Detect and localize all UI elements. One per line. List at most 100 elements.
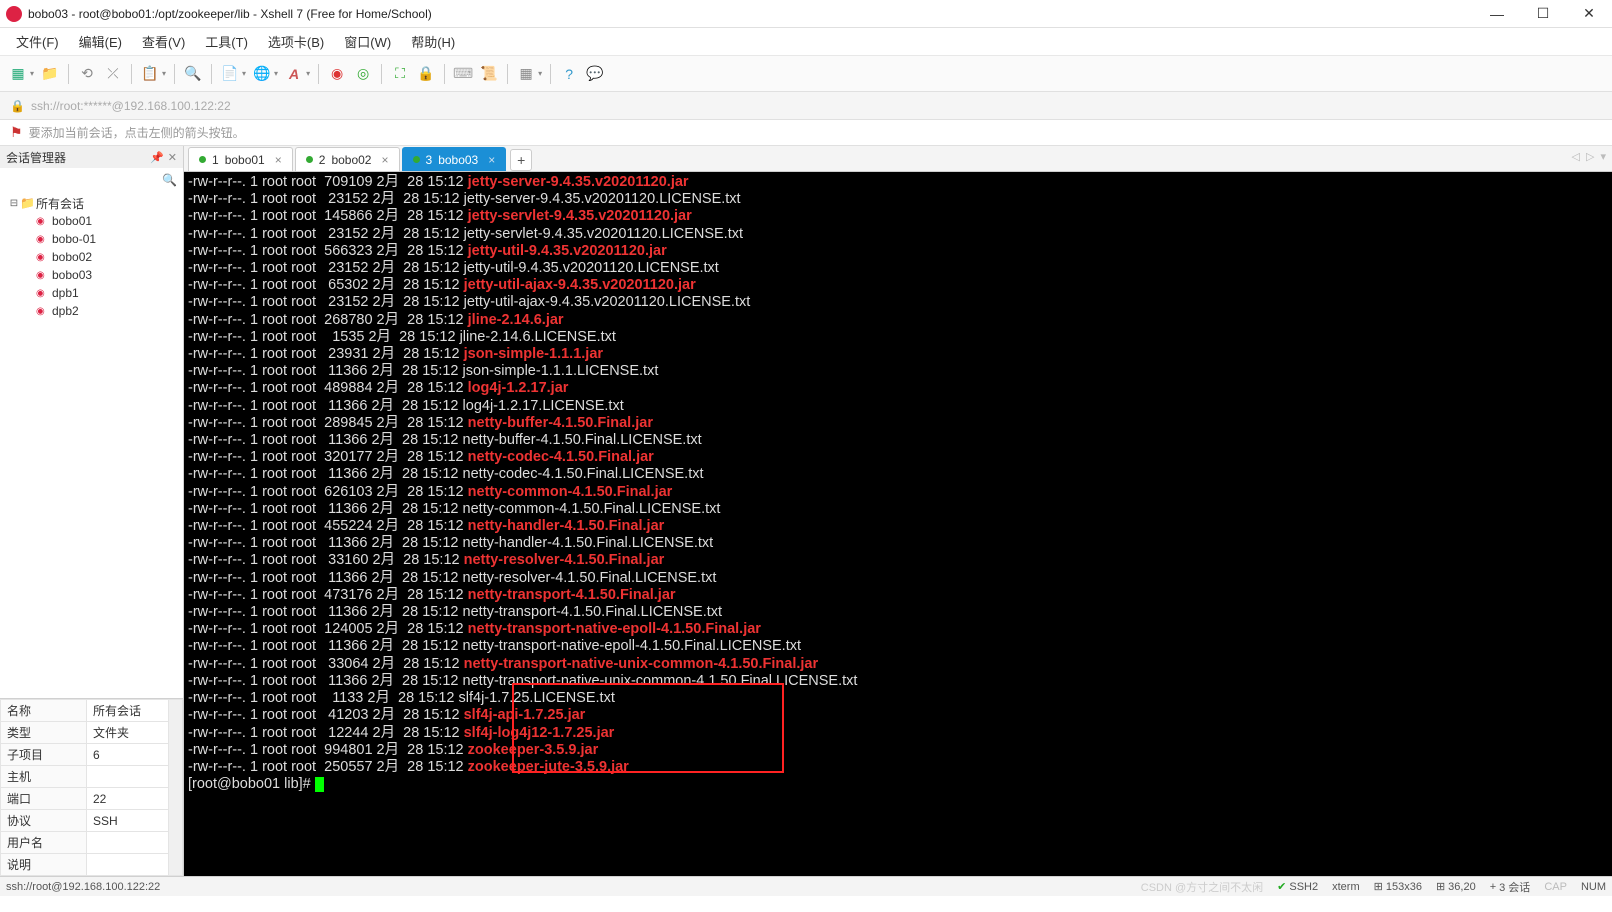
menu-item[interactable]: 编辑(E) [71,28,130,55]
prop-value: SSH [87,810,169,832]
script-button[interactable]: 📜 [479,64,499,84]
session-label: bobo01 [52,214,92,228]
copy-button[interactable]: 📄 [220,64,240,84]
menu-item[interactable]: 帮助(H) [403,28,463,55]
prop-value: 22 [87,788,169,810]
tab-label: bobo02 [331,153,371,167]
sidebar-title: 会话管理器 [6,149,66,166]
sidebar-close-icon[interactable]: ✕ [168,151,177,164]
status-item: ⊞ 153x36 [1374,880,1422,893]
xftp-button[interactable]: ◉ [327,64,347,84]
pin-icon[interactable]: 📌 [150,151,164,164]
menu-item[interactable]: 选项卡(B) [260,28,332,55]
status-item: xterm [1332,881,1360,893]
session-icon: ◉ [36,288,50,299]
props-scrollbar[interactable] [169,700,183,876]
tab-prev-icon[interactable]: ◁ [1572,150,1580,163]
keyboard-button[interactable]: ⌨ [453,64,473,84]
status-left: ssh://root@192.168.100.122:22 [6,881,160,893]
status-item: CAP [1544,881,1567,893]
session-label: dpb1 [52,286,79,300]
menu-item[interactable]: 文件(F) [8,28,67,55]
status-item: ✔ SSH2 [1277,880,1318,893]
prop-value [87,854,169,876]
session-item[interactable]: ◉bobo01 [4,212,179,230]
lock-icon: 🔒 [10,99,25,113]
session-tab[interactable]: 3 bobo03× [402,147,507,171]
terminal-output[interactable]: -rw-r--r--. 1 root root 709109 2月 28 15:… [184,172,1612,876]
folder-icon: 📁 [20,196,34,210]
session-icon: ◉ [36,270,50,281]
watermark: CSDN @方寸之间不太闲 [1141,879,1263,895]
menu-item[interactable]: 工具(T) [197,28,256,55]
tab-menu-icon[interactable]: ▾ [1600,150,1606,163]
address-text: ssh://root:******@192.168.100.122:22 [31,99,231,113]
menu-item[interactable]: 窗口(W) [336,28,399,55]
reconnect-button[interactable]: ⟲ [77,64,97,84]
properties-button[interactable]: 📋 [140,64,160,84]
tab-number: 3 [426,153,433,167]
window-titlebar: bobo03 - root@bobo01:/opt/zookeeper/lib … [0,0,1612,28]
tab-next-icon[interactable]: ▷ [1586,150,1594,163]
expand-icon[interactable]: ⊟ [8,198,20,209]
session-item[interactable]: ◉dpb1 [4,284,179,302]
chat-button[interactable]: 💬 [585,64,605,84]
tab-close-icon[interactable]: × [381,153,388,167]
status-item: + 3 会话 [1490,879,1531,895]
xagent-button[interactable]: ◎ [353,64,373,84]
open-button[interactable]: 📁 [40,64,60,84]
plus-icon: + [1490,881,1496,893]
session-label: dpb2 [52,304,79,318]
tab-close-icon[interactable]: × [488,153,495,167]
tree-root-label: 所有会话 [36,195,84,212]
window-title: bobo03 - root@bobo01:/opt/zookeeper/lib … [28,7,1474,21]
session-item[interactable]: ◉bobo03 [4,266,179,284]
minimize-button[interactable]: — [1474,0,1520,28]
tab-number: 2 [319,153,326,167]
font-button[interactable]: A [284,64,304,84]
prop-key: 主机 [1,766,87,788]
menu-item[interactable]: 查看(V) [134,28,193,55]
search-icon[interactable]: 🔍 [162,173,177,187]
properties-panel: 名称所有会话类型文件夹子项目6主机端口22协议SSH用户名说明 [0,698,183,876]
toolbar: ▦▾ 📁 ⟲ ⤫ 📋▾ 🔍 📄▾ 🌐▾ A▾ ◉ ◎ ⛶ 🔒 ⌨ 📜 ▦▾ ? … [0,56,1612,92]
session-tab[interactable]: 2 bobo02 × [295,147,400,171]
prop-value: 文件夹 [87,722,169,744]
new-session-button[interactable]: ▦ [8,64,28,84]
help-button[interactable]: ? [559,64,579,84]
maximize-button[interactable]: ☐ [1520,0,1566,28]
session-tab[interactable]: 1 bobo01× [188,147,293,171]
session-item[interactable]: ◉bobo02 [4,248,179,266]
tree-root[interactable]: ⊟ 📁 所有会话 [4,194,179,212]
session-item[interactable]: ◉dpb2 [4,302,179,320]
prop-value: 所有会话 [87,700,169,722]
hint-bar: ⚑ 要添加当前会话，点击左侧的箭头按钮。 [0,120,1612,146]
tab-close-icon[interactable]: × [275,153,282,167]
fullscreen-button[interactable]: ⛶ [390,64,410,84]
cursor [315,777,324,792]
status-bar: ssh://root@192.168.100.122:22 CSDN @方寸之间… [0,876,1612,896]
prop-value [87,766,169,788]
address-bar[interactable]: 🔒 ssh://root:******@192.168.100.122:22 [0,92,1612,120]
session-label: bobo02 [52,250,92,264]
disconnect-button[interactable]: ⤫ [103,64,123,84]
hint-text: 要添加当前会话，点击左侧的箭头按钮。 [29,124,245,141]
status-dot-icon [413,156,420,163]
grid-icon: ⊞ [1374,880,1383,893]
globe-button[interactable]: 🌐 [252,64,272,84]
prop-value [87,832,169,854]
prop-key: 说明 [1,854,87,876]
prop-key: 类型 [1,722,87,744]
tab-label: bobo01 [225,153,265,167]
session-item[interactable]: ◉bobo-01 [4,230,179,248]
close-button[interactable]: ✕ [1566,0,1612,28]
prop-key: 用户名 [1,832,87,854]
grid-icon: ⊞ [1436,880,1445,893]
lock-button[interactable]: 🔒 [416,64,436,84]
tile-button[interactable]: ▦ [516,64,536,84]
status-item: ⊞ 36,20 [1436,880,1476,893]
add-tab-button[interactable]: + [510,149,532,171]
prop-key: 协议 [1,810,87,832]
search-button[interactable]: 🔍 [183,64,203,84]
session-tree: ⊟ 📁 所有会话 ◉bobo01◉bobo-01◉bobo02◉bobo03◉d… [0,192,183,698]
